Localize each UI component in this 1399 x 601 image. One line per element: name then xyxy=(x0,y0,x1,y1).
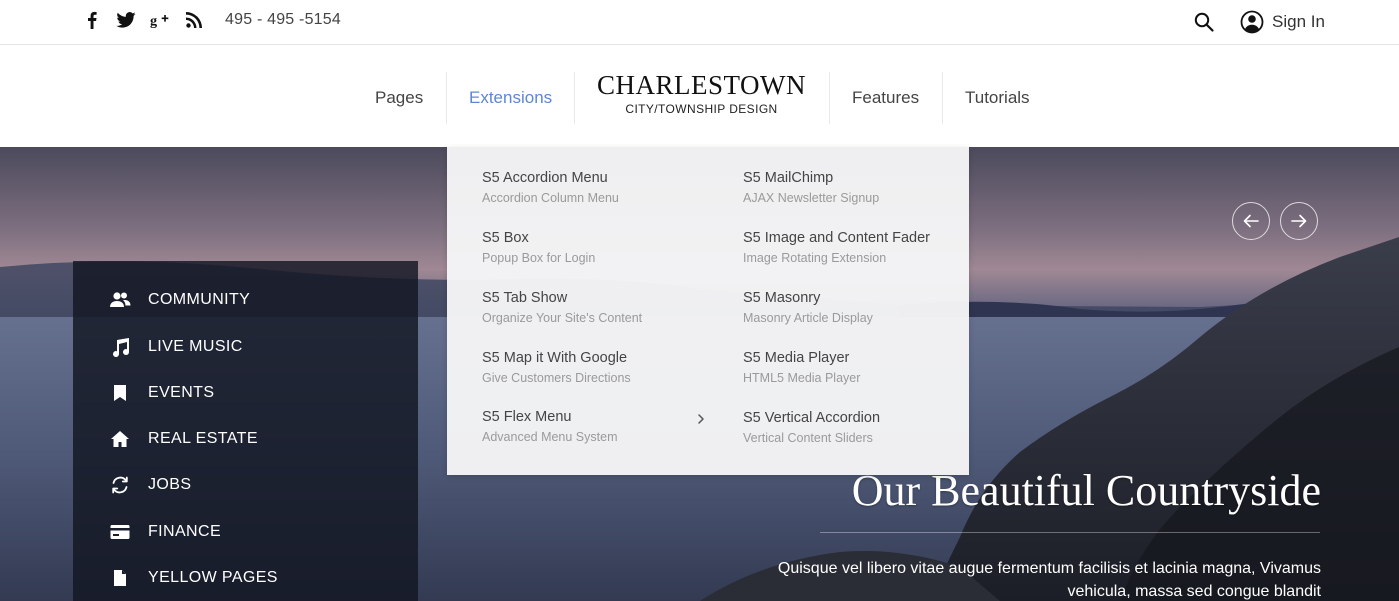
top-bar: g 495 - 495 -5154 Sign In xyxy=(0,0,1399,45)
slide-prev-button[interactable] xyxy=(1232,202,1270,240)
site-logo[interactable]: CHARLESTOWN CITY/TOWNSHIP DESIGN xyxy=(574,70,829,116)
home-icon xyxy=(109,428,131,450)
document-icon xyxy=(109,567,131,589)
sidebar-item-label: EVENTS xyxy=(148,384,215,401)
dropdown-item-subtitle: Popup Box for Login xyxy=(482,251,596,265)
sidebar-item-label: REAL ESTATE xyxy=(148,430,258,447)
dropdown-item-masonry[interactable]: S5 Masonry Masonry Article Display xyxy=(743,290,973,325)
sidebar-item-label: FINANCE xyxy=(148,523,222,540)
dropdown-item-title: S5 Image and Content Fader xyxy=(743,230,931,246)
nav-divider xyxy=(446,72,447,124)
dropdown-item-media-player[interactable]: S5 Media Player HTML5 Media Player xyxy=(743,350,973,385)
nav-divider xyxy=(942,72,943,124)
dropdown-item-tab-show[interactable]: S5 Tab Show Organize Your Site's Content xyxy=(482,290,712,325)
user-icon xyxy=(1240,10,1264,34)
dropdown-item-title: S5 Box xyxy=(482,230,529,246)
credit-card-icon xyxy=(109,521,131,543)
dropdown-item-flex-menu[interactable]: S5 Flex Menu Advanced Menu System xyxy=(482,409,712,444)
search-icon[interactable] xyxy=(1194,12,1216,34)
sidebar-item-label: LIVE MUSIC xyxy=(148,338,243,355)
sidebar-item-label: YELLOW PAGES xyxy=(148,569,278,586)
dropdown-item-subtitle: Organize Your Site's Content xyxy=(482,311,643,325)
logo-subtitle: CITY/TOWNSHIP DESIGN xyxy=(625,102,778,116)
dropdown-item-image-content-fader[interactable]: S5 Image and Content Fader Image Rotatin… xyxy=(743,230,973,265)
sidebar-item-yellow-pages[interactable]: YELLOW PAGES xyxy=(109,566,278,590)
dropdown-item-subtitle: Masonry Article Display xyxy=(743,311,873,325)
dropdown-item-title: S5 Media Player xyxy=(743,350,850,366)
phone-number: 495 - 495 -5154 xyxy=(225,11,341,28)
dropdown-item-subtitle: Image Rotating Extension xyxy=(743,251,887,265)
music-note-icon xyxy=(109,336,131,358)
dropdown-item-subtitle: Vertical Content Sliders xyxy=(743,431,873,445)
dropdown-item-title: S5 Vertical Accordion xyxy=(743,410,881,426)
dropdown-item-title: S5 MailChimp xyxy=(743,170,834,186)
main-navigation: Pages Extensions CHARLESTOWN CITY/TOWNSH… xyxy=(0,46,1399,147)
dropdown-item-subtitle: Advanced Menu System xyxy=(482,430,618,444)
sidebar-item-label: COMMUNITY xyxy=(148,291,251,308)
bookmark-icon xyxy=(109,382,131,404)
rss-icon[interactable] xyxy=(182,10,206,30)
dropdown-item-vertical-accordion[interactable]: S5 Vertical Accordion Vertical Content S… xyxy=(743,410,973,445)
dropdown-item-box[interactable]: S5 Box Popup Box for Login xyxy=(482,230,712,265)
nav-pages[interactable]: Pages xyxy=(375,88,423,108)
svg-text:g: g xyxy=(150,13,157,28)
sign-in-button[interactable]: Sign In xyxy=(1240,10,1325,34)
dropdown-item-subtitle: Give Customers Directions xyxy=(482,371,631,385)
google-plus-icon[interactable]: g xyxy=(148,10,172,30)
nav-extensions[interactable]: Extensions xyxy=(469,88,552,108)
sidebar-item-live-music[interactable]: LIVE MUSIC xyxy=(109,335,243,359)
dropdown-item-subtitle: AJAX Newsletter Signup xyxy=(743,191,880,205)
dropdown-item-subtitle: Accordion Column Menu xyxy=(482,191,619,205)
dropdown-item-mailchimp[interactable]: S5 MailChimp AJAX Newsletter Signup xyxy=(743,170,973,205)
dropdown-item-map-it-with-google[interactable]: S5 Map it With Google Give Customers Dir… xyxy=(482,350,712,385)
refresh-icon xyxy=(109,474,131,496)
sidebar-item-events[interactable]: EVENTS xyxy=(109,381,214,405)
dropdown-item-title: S5 Map it With Google xyxy=(482,350,628,366)
sidebar-item-label: JOBS xyxy=(148,476,192,493)
dropdown-item-accordion-menu[interactable]: S5 Accordion Menu Accordion Column Menu xyxy=(482,170,712,205)
extensions-dropdown-menu: S5 Accordion Menu Accordion Column Menu … xyxy=(447,147,969,475)
slide-next-button[interactable] xyxy=(1280,202,1318,240)
twitter-icon[interactable] xyxy=(114,10,138,30)
sidebar-item-real-estate[interactable]: REAL ESTATE xyxy=(109,427,258,451)
sidebar-item-community[interactable]: COMMUNITY xyxy=(109,288,250,312)
dropdown-item-title: S5 Masonry xyxy=(743,290,821,306)
dropdown-item-title: S5 Accordion Menu xyxy=(482,170,608,186)
arrow-right-icon xyxy=(1291,214,1307,228)
sidebar-item-jobs[interactable]: JOBS xyxy=(109,473,191,497)
hero-divider xyxy=(820,532,1320,533)
chevron-right-icon xyxy=(697,412,707,424)
nav-features[interactable]: Features xyxy=(852,88,919,108)
sidebar-item-finance[interactable]: FINANCE xyxy=(109,520,221,544)
dropdown-item-title: S5 Flex Menu xyxy=(482,409,572,425)
dropdown-item-title: S5 Tab Show xyxy=(482,290,568,306)
dropdown-item-subtitle: HTML5 Media Player xyxy=(743,371,861,385)
nav-divider xyxy=(829,72,830,124)
logo-title: CHARLESTOWN xyxy=(596,70,806,100)
sign-in-label: Sign In xyxy=(1272,12,1325,31)
social-links: g xyxy=(80,10,216,30)
arrow-left-icon xyxy=(1243,214,1259,228)
hero-description: Quisque vel libero vitae augue fermentum… xyxy=(777,560,1321,600)
community-icon xyxy=(109,289,131,311)
category-sidebar: COMMUNITY LIVE MUSIC EVENTS REAL ESTATE … xyxy=(73,261,418,601)
nav-tutorials[interactable]: Tutorials xyxy=(965,88,1030,108)
facebook-icon[interactable] xyxy=(80,10,104,30)
